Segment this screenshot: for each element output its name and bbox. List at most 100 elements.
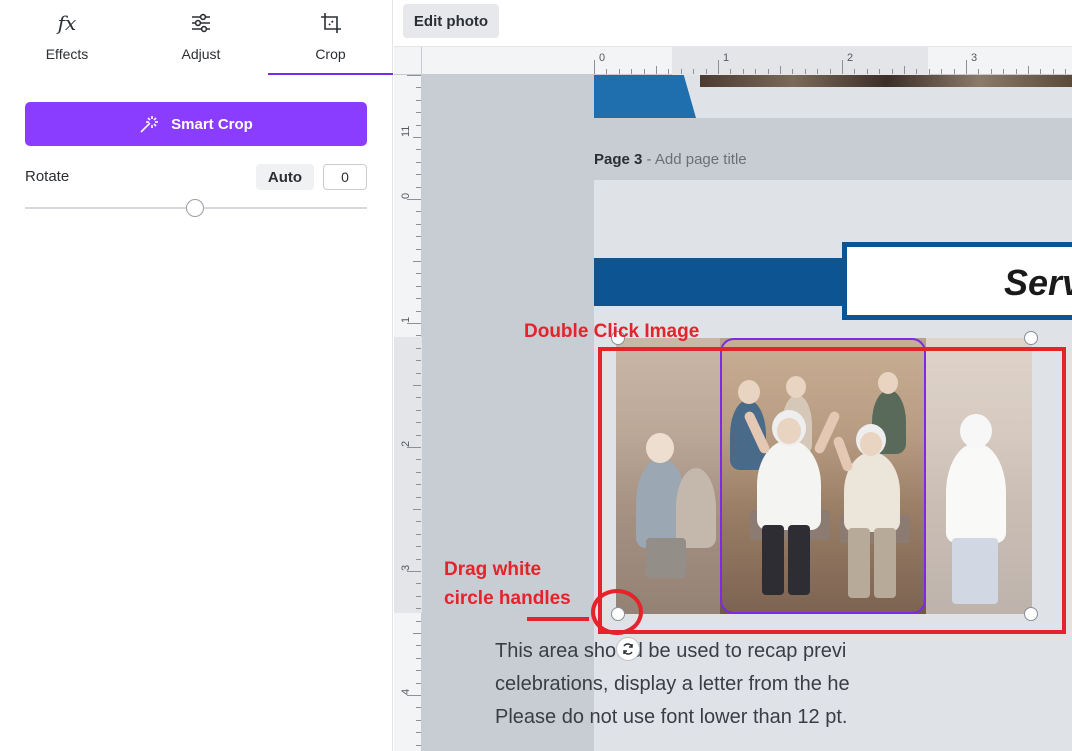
- ruler-tick: [416, 409, 421, 411]
- vertical-ruler: 11 0 1 2 3 4: [394, 75, 422, 751]
- rotate-auto-button[interactable]: Auto: [256, 164, 314, 190]
- page-title-placeholder[interactable]: Add page title: [655, 151, 747, 168]
- ruler-tick: [413, 633, 421, 634]
- ruler-tick: [780, 66, 781, 74]
- ruler-tick: [656, 66, 657, 74]
- ruler-tick: [416, 434, 421, 436]
- previous-page-bottom[interactable]: [594, 75, 1072, 118]
- rotate-handle[interactable]: [616, 637, 640, 661]
- ruler-tick: [606, 69, 608, 74]
- ruler-tick: [1015, 69, 1017, 74]
- ruler-tick: [416, 335, 421, 337]
- ruler-tick: [416, 397, 421, 399]
- ruler-tick: [416, 112, 421, 114]
- ruler-tick: [680, 69, 682, 74]
- annotation-drag-line1: Drag white: [444, 559, 542, 580]
- ruler-tick: [668, 69, 670, 74]
- annotation-red-box: [598, 347, 1066, 634]
- rotate-icon: [623, 643, 633, 655]
- ruler-tick: [416, 546, 421, 548]
- ruler-number: 4: [400, 688, 412, 695]
- annotation-red-line: [527, 617, 589, 621]
- crop-handle-top-right[interactable]: [1024, 331, 1038, 345]
- ruler-tick: [416, 186, 421, 188]
- ruler-tick: [416, 719, 421, 721]
- ruler-tick: [730, 69, 732, 74]
- annotation-drag-line2: circle handles: [444, 588, 571, 609]
- tab-crop[interactable]: Crop: [268, 0, 393, 76]
- page-body-text[interactable]: This area should be used to recap previ …: [495, 635, 875, 734]
- annotation-red-circle: [591, 589, 643, 635]
- edit-photo-button[interactable]: Edit photo: [403, 4, 499, 38]
- design-canvas: 0 1 2 3 11 0 1 2 3 4 Page 3 - Add page t…: [394, 47, 1072, 751]
- tab-effects[interactable]: fx Effects: [0, 0, 134, 76]
- ruler-tick: [1065, 69, 1067, 74]
- ruler-tick: [705, 69, 707, 74]
- previous-page-blue-shape: [594, 75, 696, 118]
- ruler-tick: [416, 124, 421, 126]
- ruler-tick: [643, 69, 645, 74]
- ruler-tick: [416, 707, 421, 709]
- ruler-tick: [416, 211, 421, 213]
- ruler-tick: [866, 69, 868, 74]
- ruler-tick: [416, 583, 421, 585]
- banner-bar[interactable]: [594, 258, 854, 306]
- ruler-tick: [416, 422, 421, 424]
- ruler-tick: [416, 533, 421, 535]
- ruler-tick: [416, 682, 421, 684]
- ruler-tick: [928, 69, 930, 74]
- ruler-number: 0: [599, 52, 606, 64]
- ruler-number: 0: [400, 192, 412, 199]
- ruler-tick: [804, 69, 806, 74]
- rotate-slider-thumb[interactable]: [186, 199, 204, 217]
- ruler-number: 2: [847, 52, 854, 64]
- ruler-tick: [829, 69, 831, 74]
- ruler-tick: [416, 657, 421, 659]
- ruler-tick: [416, 471, 421, 473]
- previous-page-photo: [700, 75, 1072, 87]
- ruler-tick: [416, 496, 421, 498]
- page-title[interactable]: Page 3 - Add page title: [594, 151, 747, 168]
- ruler-number: 1: [723, 52, 730, 64]
- ruler-tick: [416, 372, 421, 374]
- annotation-double-click: Double Click Image: [524, 321, 700, 342]
- ruler-tick: [416, 174, 421, 176]
- ruler-tick: [416, 608, 421, 610]
- ruler-tick: [916, 69, 918, 74]
- ruler-tick: [416, 236, 421, 238]
- tab-adjust[interactable]: Adjust: [134, 0, 268, 76]
- smart-crop-label: Smart Crop: [171, 115, 253, 133]
- ruler-tick: [978, 69, 980, 74]
- ruler-tick: [416, 558, 421, 560]
- ruler-tick: [416, 521, 421, 523]
- tab-crop-label: Crop: [315, 46, 346, 62]
- ruler-tick: [718, 60, 719, 74]
- ruler-tick: [413, 137, 421, 138]
- ruler-number: 2: [400, 440, 412, 447]
- ruler-tick: [416, 248, 421, 250]
- ruler-tick: [416, 285, 421, 287]
- edit-photo-panel: fx Effects Adjust Crop Smart Crop Rotate…: [0, 0, 393, 751]
- smart-crop-button[interactable]: Smart Crop: [25, 102, 367, 146]
- ruler-tick: [755, 69, 757, 74]
- ruler-tick: [631, 69, 633, 74]
- crop-icon: [318, 10, 344, 36]
- rotate-value-input[interactable]: 0: [323, 164, 367, 190]
- top-toolbar: Edit photo: [394, 0, 1072, 47]
- ruler-tick: [693, 69, 695, 74]
- ruler-tick: [990, 69, 992, 74]
- ruler-tick: [416, 223, 421, 225]
- ruler-tick: [416, 645, 421, 647]
- banner-title-text[interactable]: Serv: [1004, 262, 1072, 304]
- ruler-tick: [413, 509, 421, 510]
- horizontal-ruler: 0 1 2 3: [422, 47, 1072, 75]
- page-number: Page 3: [594, 151, 643, 168]
- ruler-tick: [407, 447, 421, 448]
- ruler-tick: [416, 347, 421, 349]
- ruler-tick: [416, 670, 421, 672]
- tab-effects-label: Effects: [45, 46, 89, 62]
- ruler-tick: [416, 149, 421, 151]
- magic-wand-icon: [140, 116, 159, 133]
- ruler-tick: [407, 199, 421, 200]
- ruler-tick: [416, 732, 421, 734]
